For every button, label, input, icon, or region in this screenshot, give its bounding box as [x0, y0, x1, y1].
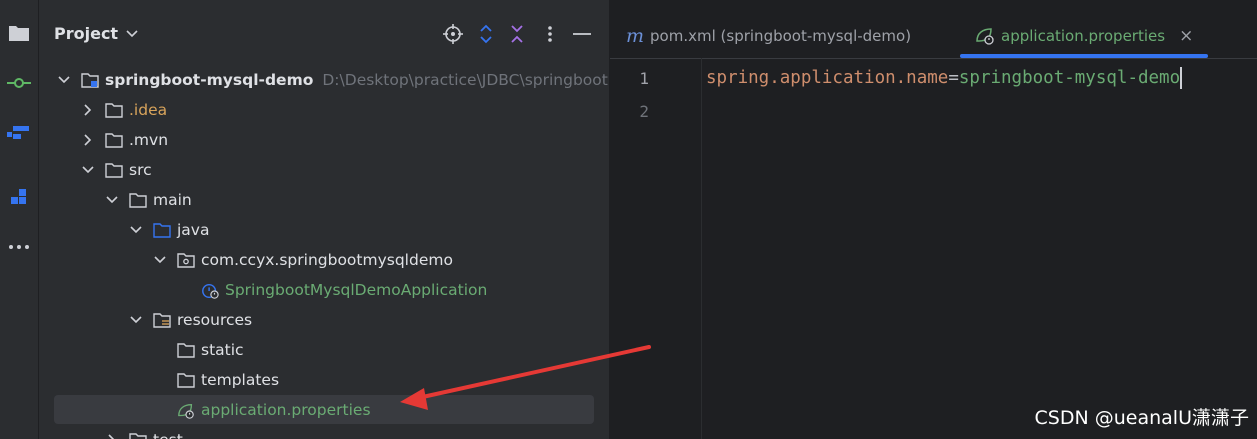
- tree-item-templates[interactable]: templates: [39, 365, 609, 395]
- project-title: Project: [54, 24, 119, 43]
- source-folder-icon: [153, 222, 171, 238]
- commit-tool-icon[interactable]: [0, 66, 38, 100]
- tree-item-application-properties[interactable]: application.properties: [39, 395, 609, 425]
- spring-properties-icon: [975, 27, 995, 45]
- spring-properties-icon: [177, 402, 195, 419]
- tree-item-label: application.properties: [201, 401, 371, 419]
- tree-item-label: SpringbootMysqlDemoApplication: [225, 281, 488, 299]
- chevron-right-icon[interactable]: [81, 133, 95, 147]
- tree-item-label: java: [177, 221, 210, 239]
- tree-item-application-class[interactable]: SpringbootMysqlDemoApplication: [39, 275, 609, 305]
- folder-icon: [177, 372, 195, 388]
- folder-icon: [105, 162, 123, 178]
- tree-item-java[interactable]: java: [39, 215, 609, 245]
- activity-bar: [0, 0, 39, 439]
- maven-icon: m: [626, 25, 645, 47]
- more-tools-icon[interactable]: [0, 230, 38, 264]
- property-equals: =: [948, 68, 959, 88]
- tree-item-label: springboot-mysql-demo: [105, 71, 314, 89]
- tab-label: application.properties: [1001, 27, 1166, 45]
- tree-item-label: main: [153, 191, 192, 209]
- tree-item-label: test: [153, 431, 183, 439]
- tree-item-static[interactable]: static: [39, 335, 609, 365]
- spring-class-icon: [201, 282, 219, 299]
- active-tab-indicator: [960, 54, 1208, 58]
- resources-folder-icon: [153, 312, 171, 328]
- project-panel: Project springboot-mysql-demo D:\Desktop…: [39, 0, 610, 439]
- chevron-down-icon[interactable]: [81, 163, 95, 177]
- collapse-all-icon[interactable]: [505, 22, 529, 46]
- chevron-down-icon[interactable]: [129, 313, 143, 327]
- text-caret: [1180, 67, 1183, 89]
- project-title-dropdown[interactable]: Project: [54, 24, 138, 43]
- project-header: Project: [39, 14, 609, 54]
- folder-icon: [105, 102, 123, 118]
- tree-item-resources[interactable]: resources: [39, 305, 609, 335]
- services-tool-icon[interactable]: [0, 180, 38, 214]
- tree-item-label: static: [201, 341, 244, 359]
- tree-item-src[interactable]: src: [39, 155, 609, 185]
- tree-item-label: .idea: [129, 101, 168, 119]
- tree-item-label: resources: [177, 311, 253, 329]
- chevron-down-icon[interactable]: [129, 223, 143, 237]
- folder-icon: [177, 342, 195, 358]
- tree-item-label: .mvn: [129, 131, 169, 149]
- locate-file-icon[interactable]: [441, 22, 465, 46]
- tab-pom-xml[interactable]: m pom.xml (springboot-mysql-demo): [626, 22, 911, 50]
- line-number: 2: [639, 102, 649, 121]
- tree-item-label: com.ccyx.springbootmysqldemo: [201, 251, 453, 269]
- editor-area: m pom.xml (springboot-mysql-demo) applic…: [610, 0, 1257, 439]
- property-value: springboot-mysql-demo: [958, 68, 1181, 88]
- module-folder-icon: [81, 72, 99, 88]
- property-key: spring.application.name: [706, 68, 949, 88]
- project-tool-icon[interactable]: [0, 16, 38, 50]
- chevron-down-icon: [126, 29, 138, 37]
- project-path: D:\Desktop\practice\JDBC\springboot: [322, 71, 608, 89]
- tree-item-label: templates: [201, 371, 280, 389]
- package-icon: [177, 252, 195, 268]
- tree-item-main[interactable]: main: [39, 185, 609, 215]
- tree-item-idea[interactable]: .idea: [39, 95, 609, 125]
- tab-label: pom.xml (springboot-mysql-demo): [650, 27, 912, 45]
- editor-tabs: m pom.xml (springboot-mysql-demo) applic…: [610, 14, 1257, 59]
- chevron-down-icon[interactable]: [57, 73, 71, 87]
- code-line-1[interactable]: spring.application.name=springboot-mysql…: [706, 67, 1183, 89]
- folder-icon: [129, 432, 147, 439]
- chevron-down-icon[interactable]: [153, 253, 167, 267]
- expand-all-icon[interactable]: [474, 22, 498, 46]
- chevron-right-icon[interactable]: [81, 103, 95, 117]
- tab-application-properties[interactable]: application.properties ×: [975, 22, 1193, 50]
- hide-panel-icon[interactable]: [570, 22, 594, 46]
- line-gutter: 1 2: [610, 58, 702, 439]
- tree-item-root[interactable]: springboot-mysql-demo D:\Desktop\practic…: [39, 65, 609, 95]
- close-icon[interactable]: ×: [1179, 26, 1193, 46]
- structure-tool-icon[interactable]: [0, 116, 38, 150]
- options-menu-icon[interactable]: [538, 22, 562, 46]
- folder-icon: [129, 192, 147, 208]
- chevron-right-icon[interactable]: [105, 433, 119, 439]
- tree-item-test[interactable]: test: [39, 425, 609, 439]
- line-number: 1: [639, 69, 649, 88]
- chevron-down-icon[interactable]: [105, 193, 119, 207]
- tree-item-package[interactable]: com.ccyx.springbootmysqldemo: [39, 245, 609, 275]
- folder-icon: [105, 132, 123, 148]
- watermark: CSDN @ueanalU潇潇子: [1034, 407, 1249, 429]
- tree-item-label: src: [129, 161, 152, 179]
- tree-item-mvn[interactable]: .mvn: [39, 125, 609, 155]
